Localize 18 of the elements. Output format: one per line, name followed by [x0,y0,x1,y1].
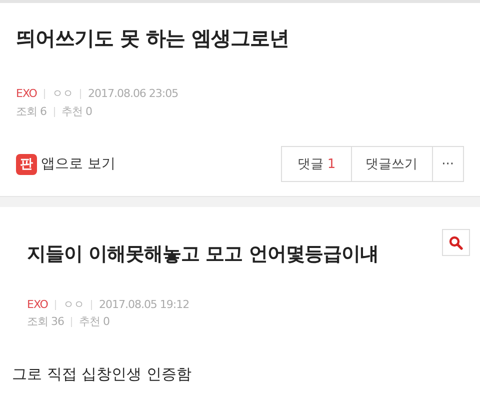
search-icon [449,236,463,250]
author-name: ㅇㅇ [62,297,84,313]
board-name[interactable]: EXO [27,297,48,313]
open-in-app-link[interactable]: 판 앱으로 보기 [16,154,116,174]
post-title: 띄어쓰기도 못 하는 엠생그로년 [16,25,290,52]
app-link-text: 앱으로 보기 [41,155,116,173]
post-body-text: 그로 직접 십창인생 인증함 [12,365,192,384]
post-date: 2017.08.06 23:05 [88,86,178,102]
search-button[interactable] [442,229,470,256]
like-count: 추천 0 [62,104,92,120]
view-count: 조회 6 [16,104,46,120]
view-count: 조회 36 [27,314,64,330]
board-name[interactable]: EXO [16,86,37,102]
like-count: 추천 0 [79,314,110,330]
post-date: 2017.08.05 19:12 [98,297,190,313]
app-logo-icon: 판 [16,154,37,174]
author-name: ㅇㅇ [52,86,73,102]
quoted-post-title: 지들이 이해못해놓고 모고 언어몇등급이냬 [27,242,380,267]
